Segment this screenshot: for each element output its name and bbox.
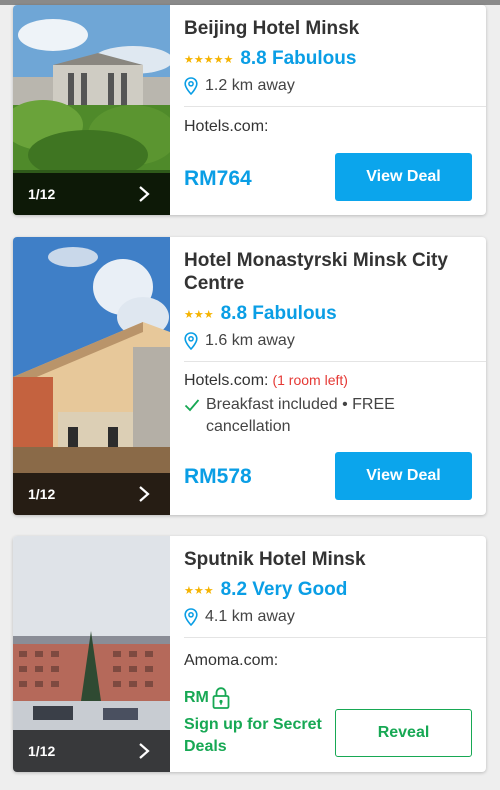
photo-counter-bar: 1/12	[13, 730, 170, 772]
rooms-left-badge: (1 room left)	[272, 372, 348, 388]
review-score: 8.8 Fabulous	[220, 303, 337, 324]
reveal-button[interactable]: Reveal	[335, 709, 472, 757]
star-rating-icon: ★★★★★	[184, 53, 234, 66]
star-rating-icon: ★★★	[184, 584, 214, 597]
hotel-name[interactable]: Sputnik Hotel Minsk	[184, 548, 486, 571]
provider-name: Hotels.com:	[184, 372, 269, 389]
distance-row: 1.2 km away	[184, 77, 486, 95]
checkmark-icon	[184, 399, 200, 412]
hotel-photo[interactable]: 1/12	[13, 237, 170, 515]
photo-counter: 1/12	[28, 743, 56, 759]
star-rating-icon: ★★★	[184, 308, 214, 321]
location-pin-icon	[184, 332, 198, 350]
rating-row: ★★★★★ 8.8 Fabulous	[184, 48, 486, 70]
hotel-photo[interactable]: 1/12	[13, 536, 170, 772]
secret-price: RM	[184, 686, 231, 710]
photo-counter: 1/12	[28, 486, 56, 502]
distance-row: 4.1 km away	[184, 608, 486, 626]
distance-text: 1.2 km away	[205, 77, 295, 94]
rating-row: ★★★ 8.8 Fabulous	[184, 303, 486, 325]
provider-name: Amoma.com:	[184, 652, 279, 669]
view-deal-button[interactable]: View Deal	[335, 452, 472, 500]
hotel-name[interactable]: Beijing Hotel Minsk	[184, 17, 486, 40]
rating-row: ★★★ 8.2 Very Good	[184, 579, 486, 601]
provider-name: Hotels.com:	[184, 118, 269, 135]
hotel-card[interactable]: 1/12 Beijing Hotel Minsk ★★★★★ 8.8 Fabul…	[13, 5, 486, 215]
hotel-info: Beijing Hotel Minsk ★★★★★ 8.8 Fabulous 1…	[184, 5, 486, 201]
distance-text: 4.1 km away	[205, 608, 295, 625]
price: RM578	[184, 465, 252, 488]
chevron-right-icon[interactable]	[136, 485, 152, 503]
hotel-info: Sputnik Hotel Minsk ★★★ 8.2 Very Good 4.…	[184, 536, 486, 757]
price: RM764	[184, 167, 252, 190]
hotel-name[interactable]: Hotel Monastyrski Minsk City Centre	[184, 249, 486, 295]
perk-text: Breakfast included • FREE cancellation	[206, 396, 395, 435]
location-pin-icon	[184, 77, 198, 95]
hotel-card[interactable]: 1/12 Hotel Monastyrski Minsk City Centre…	[13, 237, 486, 515]
distance-text: 1.6 km away	[205, 332, 295, 349]
photo-counter: 1/12	[28, 186, 56, 202]
secret-currency: RM	[184, 689, 209, 706]
divider	[184, 106, 486, 107]
provider-row: Hotels.com: (1 room left)	[184, 372, 486, 390]
perk-row: Breakfast included • FREE cancellation	[184, 394, 486, 438]
review-score: 8.2 Very Good	[220, 579, 348, 600]
photo-counter-bar: 1/12	[13, 173, 170, 215]
view-deal-button[interactable]: View Deal	[335, 153, 472, 201]
lock-icon	[212, 687, 230, 709]
hotel-info: Hotel Monastyrski Minsk City Centre ★★★ …	[184, 237, 486, 500]
review-score: 8.8 Fabulous	[240, 48, 357, 69]
chevron-right-icon[interactable]	[136, 742, 152, 760]
hotel-photo[interactable]: 1/12	[13, 5, 170, 215]
divider	[184, 637, 486, 638]
divider	[184, 361, 486, 362]
secret-deals-link[interactable]: Sign up for Secret Deals	[184, 714, 334, 758]
chevron-right-icon[interactable]	[136, 185, 152, 203]
distance-row: 1.6 km away	[184, 332, 486, 350]
photo-counter-bar: 1/12	[13, 473, 170, 515]
location-pin-icon	[184, 608, 198, 626]
hotel-card[interactable]: 1/12 Sputnik Hotel Minsk ★★★ 8.2 Very Go…	[13, 536, 486, 772]
